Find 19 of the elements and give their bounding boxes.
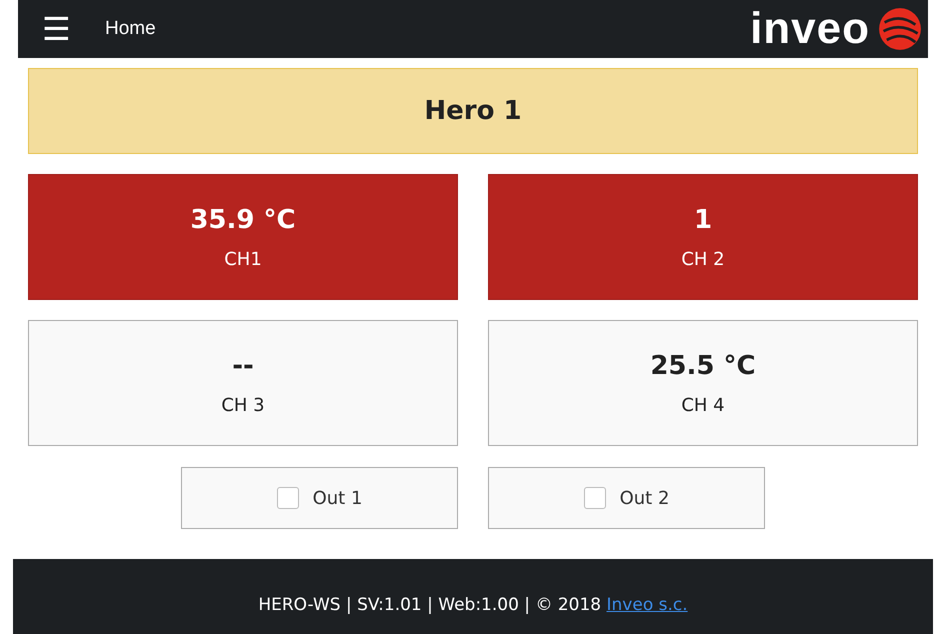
checkbox[interactable] <box>276 487 299 509</box>
home-link[interactable]: Home <box>105 18 156 40</box>
channel-label: CH 4 <box>681 394 725 416</box>
logo-text: inveo <box>750 7 870 51</box>
channel-label: CH1 <box>224 248 262 270</box>
output-label: Out 2 <box>620 488 670 508</box>
company-link[interactable]: Inveo s.c. <box>606 595 688 615</box>
device-title: Hero 1 <box>28 68 918 154</box>
channel-label: CH 2 <box>681 248 725 270</box>
channel-value: 25.5 °C <box>650 350 756 380</box>
channel-value: -- <box>232 350 254 380</box>
channel-value: 35.9 °C <box>190 204 296 234</box>
channel-value: 1 <box>694 204 712 234</box>
globe-icon <box>878 7 922 51</box>
footer-text: HERO-WS | SV:1.01 | Web:1.00 | © 2018 Inveo s.c. <box>258 595 688 617</box>
channel-label: CH 3 <box>221 394 265 416</box>
menu-button[interactable]: ☰ <box>42 13 71 45</box>
checkbox[interactable] <box>584 487 606 509</box>
output-label: Out 1 <box>312 488 362 508</box>
